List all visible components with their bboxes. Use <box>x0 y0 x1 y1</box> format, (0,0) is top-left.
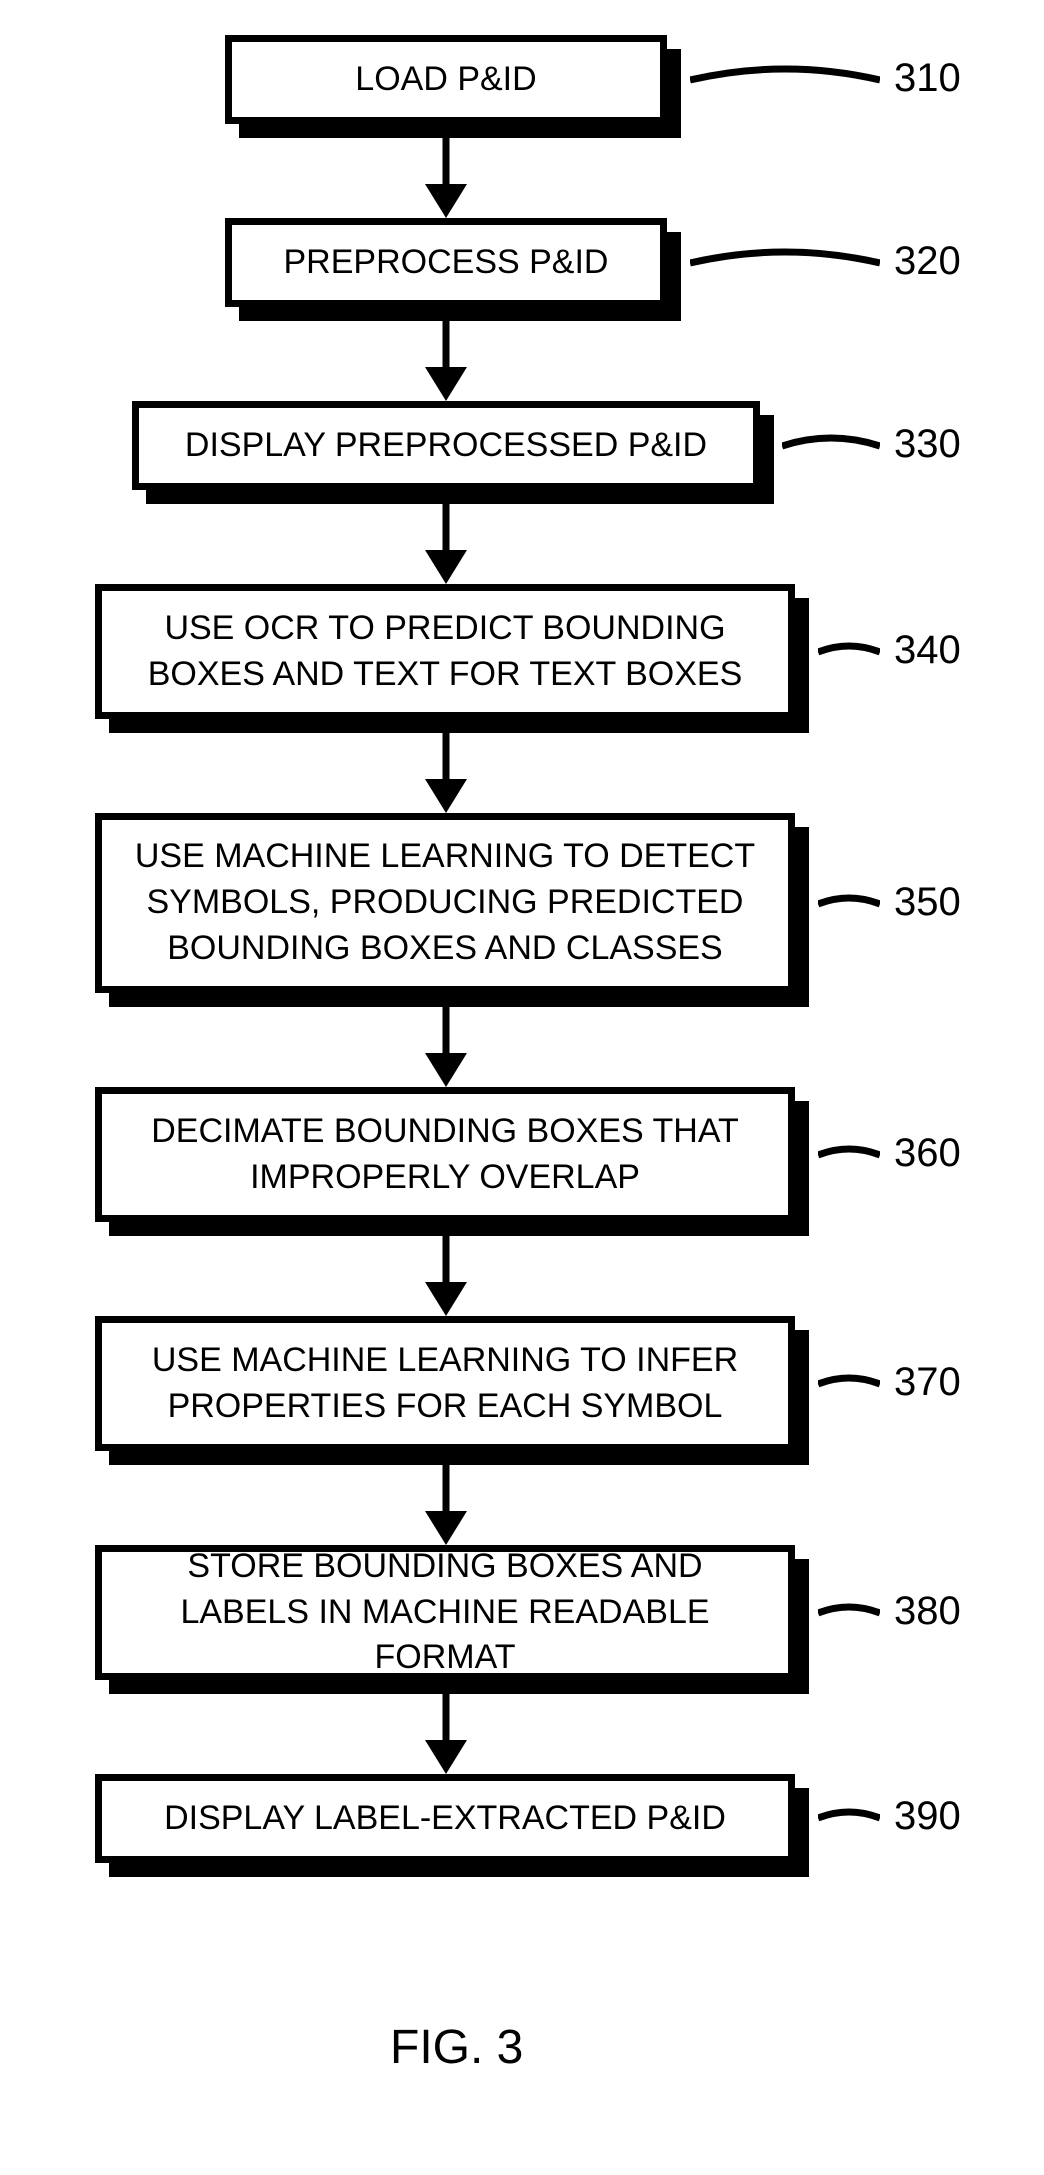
step-label-330: 330 <box>894 422 961 467</box>
lead-line-320 <box>690 245 880 281</box>
arrow-360-370 <box>413 1236 479 1316</box>
step-label-320: 320 <box>894 239 961 284</box>
lead-line-390 <box>818 1800 880 1836</box>
step-box: USE MACHINE LEARNING TO INFER PROPERTIES… <box>95 1316 795 1451</box>
step-360: DECIMATE BOUNDING BOXES THAT IMPROPERLY … <box>95 1087 795 1222</box>
step-340: USE OCR TO PREDICT BOUNDING BOXES AND TE… <box>95 584 795 719</box>
arrow-350-360 <box>413 1007 479 1087</box>
step-380: STORE BOUNDING BOXES AND LABELS IN MACHI… <box>95 1545 795 1680</box>
step-text: STORE BOUNDING BOXES AND LABELS IN MACHI… <box>126 1544 764 1682</box>
step-text: USE MACHINE LEARNING TO INFER PROPERTIES… <box>126 1338 764 1430</box>
step-box: USE MACHINE LEARNING TO DETECT SYMBOLS, … <box>95 813 795 993</box>
lead-line-370 <box>818 1366 880 1402</box>
lead-line-340 <box>818 634 880 670</box>
step-text: USE MACHINE LEARNING TO DETECT SYMBOLS, … <box>126 834 764 972</box>
lead-line-330 <box>782 428 880 464</box>
step-310: LOAD P&ID <box>225 35 667 124</box>
step-label-340: 340 <box>894 628 961 673</box>
step-text: DECIMATE BOUNDING BOXES THAT IMPROPERLY … <box>126 1109 764 1201</box>
step-320: PREPROCESS P&ID <box>225 218 667 307</box>
arrow-340-350 <box>413 733 479 813</box>
arrow-330-340 <box>413 504 479 584</box>
step-box: STORE BOUNDING BOXES AND LABELS IN MACHI… <box>95 1545 795 1680</box>
step-box: PREPROCESS P&ID <box>225 218 667 307</box>
arrow-310-320 <box>413 138 479 218</box>
step-text: LOAD P&ID <box>355 57 536 103</box>
step-text: PREPROCESS P&ID <box>284 240 609 286</box>
step-box: LOAD P&ID <box>225 35 667 124</box>
flowchart-canvas: LOAD P&ID 310 PREPROCESS P&ID 320 DISPLA… <box>0 0 1044 2175</box>
lead-line-360 <box>818 1137 880 1173</box>
lead-line-380 <box>818 1595 880 1631</box>
step-label-380: 380 <box>894 1589 961 1634</box>
step-label-360: 360 <box>894 1131 961 1176</box>
step-box: DISPLAY LABEL-EXTRACTED P&ID <box>95 1774 795 1863</box>
step-label-310: 310 <box>894 56 961 101</box>
step-box: DECIMATE BOUNDING BOXES THAT IMPROPERLY … <box>95 1087 795 1222</box>
step-text: USE OCR TO PREDICT BOUNDING BOXES AND TE… <box>126 606 764 698</box>
step-box: USE OCR TO PREDICT BOUNDING BOXES AND TE… <box>95 584 795 719</box>
step-label-390: 390 <box>894 1794 961 1839</box>
arrow-380-390 <box>413 1694 479 1774</box>
lead-line-310 <box>690 62 880 98</box>
step-text: DISPLAY PREPROCESSED P&ID <box>185 423 707 469</box>
step-370: USE MACHINE LEARNING TO INFER PROPERTIES… <box>95 1316 795 1451</box>
lead-line-350 <box>818 886 880 922</box>
arrow-370-380 <box>413 1465 479 1545</box>
step-text: DISPLAY LABEL-EXTRACTED P&ID <box>164 1796 726 1842</box>
step-390: DISPLAY LABEL-EXTRACTED P&ID <box>95 1774 795 1863</box>
step-350: USE MACHINE LEARNING TO DETECT SYMBOLS, … <box>95 813 795 993</box>
step-box: DISPLAY PREPROCESSED P&ID <box>132 401 760 490</box>
figure-caption: FIG. 3 <box>390 2020 523 2075</box>
step-label-350: 350 <box>894 880 961 925</box>
step-330: DISPLAY PREPROCESSED P&ID <box>132 401 760 490</box>
step-label-370: 370 <box>894 1360 961 1405</box>
arrow-320-330 <box>413 321 479 401</box>
